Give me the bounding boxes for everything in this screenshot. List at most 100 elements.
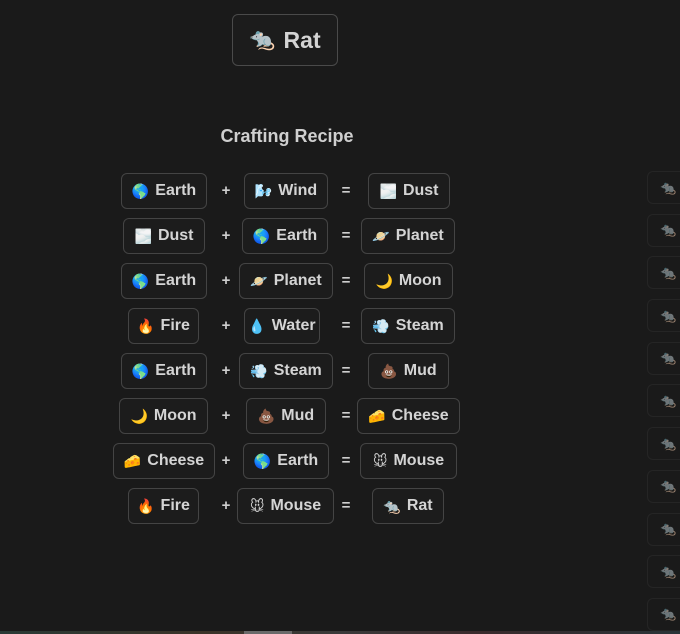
- plus-operator: +: [221, 407, 231, 424]
- element-title-tile[interactable]: 🐀 Rat: [232, 14, 338, 66]
- result-tile[interactable]: 🌙 Moon: [364, 263, 453, 299]
- equals-operator: =: [341, 362, 351, 379]
- element-name: Mouse: [393, 452, 445, 469]
- element-name: Moon: [153, 407, 197, 424]
- plus-operator: +: [221, 227, 231, 244]
- moon-icon: 🌙: [375, 272, 393, 289]
- rat-icon: 🐀: [660, 606, 677, 622]
- ingredient-a-tile[interactable]: 🌎 Earth: [121, 173, 207, 209]
- element-name: Dust: [157, 227, 194, 244]
- ingredient-a-tile[interactable]: 🔥 Fire: [128, 488, 199, 524]
- element-name: Planet: [395, 227, 444, 244]
- recipe-page: 🐀 Rat Crafting Recipe 🌎 Earth + 🌬️ Wind = 🌫️ Du…: [0, 0, 680, 634]
- moon-icon: 🌙: [130, 407, 148, 424]
- fire-icon: 🔥: [137, 317, 155, 334]
- rat-icon: 🐀: [383, 497, 401, 514]
- element-name: Rat: [406, 497, 433, 514]
- equals-operator: =: [341, 497, 351, 514]
- ingredient-b-tile[interactable]: 🪐 Planet: [239, 263, 333, 299]
- plus-operator: +: [221, 182, 231, 199]
- element-name: Mouse: [270, 497, 322, 514]
- dust-icon: 🌫️: [379, 182, 397, 199]
- planet-icon: 🪐: [250, 272, 268, 289]
- result-tile[interactable]: 🐀 Rat: [372, 488, 444, 524]
- mud-icon: 💩: [257, 407, 276, 424]
- element-name: Earth: [276, 227, 318, 244]
- recipe-row: 🔥 Fire + 🐭 Mouse = 🐀 Rat: [0, 488, 580, 533]
- element-name: Earth: [277, 452, 319, 469]
- element-name: Steam: [273, 362, 322, 379]
- recipe-row: 🌎 Earth + 💨 Steam = 💩 Mud: [0, 353, 580, 398]
- ingredient-a-tile[interactable]: 🌎 Earth: [121, 353, 207, 389]
- rat-icon: 🐀: [660, 521, 677, 536]
- ingredient-b-tile[interactable]: 💧 Water: [244, 308, 320, 344]
- recipe-list: 🌎 Earth + 🌬️ Wind = 🌫️ Dust 🌫️ Dust + 🌎 Earth = 🪐 Plane…: [0, 173, 580, 533]
- ingredient-b-tile[interactable]: 🐭 Mouse: [237, 488, 334, 524]
- element-name: Wind: [278, 182, 318, 199]
- side-element-tile[interactable]: 🐀: [647, 427, 680, 461]
- recipe-row: 🌎 Earth + 🪐 Planet = 🌙 Moon: [0, 263, 580, 308]
- ingredient-b-tile[interactable]: 🌎 Earth: [243, 443, 329, 479]
- wind-icon: 🌬️: [254, 182, 273, 199]
- ingredient-b-tile[interactable]: 🌬️ Wind: [244, 173, 328, 209]
- equals-operator: =: [341, 452, 351, 469]
- earth-icon: 🌎: [131, 362, 150, 379]
- planet-icon: 🪐: [372, 227, 390, 244]
- side-element-tile[interactable]: 🐀: [647, 597, 680, 631]
- cheese-icon: 🧀: [123, 452, 142, 469]
- element-name: Earth: [155, 272, 197, 289]
- ingredient-a-tile[interactable]: 🔥 Fire: [128, 308, 199, 344]
- rat-icon: 🐀: [249, 28, 276, 51]
- side-element-tile[interactable]: 🐀: [647, 512, 680, 546]
- fire-icon: 🔥: [137, 497, 155, 514]
- equals-operator: =: [341, 182, 351, 199]
- element-name: Cheese: [391, 407, 449, 424]
- ingredient-b-tile[interactable]: 🌎 Earth: [242, 218, 328, 254]
- earth-icon: 🌎: [131, 272, 150, 289]
- recipe-row: 🌎 Earth + 🌬️ Wind = 🌫️ Dust: [0, 173, 580, 218]
- side-element-tile[interactable]: 🐀: [647, 299, 680, 333]
- result-tile[interactable]: 💩 Mud: [368, 353, 449, 389]
- result-tile[interactable]: 🧀 Cheese: [357, 398, 460, 434]
- rat-icon: 🐀: [660, 179, 677, 195]
- side-element-tile[interactable]: 🐀: [647, 469, 680, 503]
- rat-icon: 🐀: [660, 392, 677, 408]
- side-element-tile[interactable]: 🐀: [647, 171, 680, 204]
- rat-icon: 🐀: [660, 264, 677, 280]
- side-element-tile[interactable]: 🐀: [647, 213, 680, 247]
- element-name: Fire: [160, 317, 190, 334]
- element-name: Water: [271, 317, 316, 334]
- side-element-tile[interactable]: 🐀: [647, 341, 680, 375]
- equals-operator: =: [341, 317, 351, 334]
- result-tile[interactable]: 🪐 Planet: [361, 218, 455, 254]
- recipe-row: 🌙 Moon + 💩 Mud = 🧀 Cheese: [0, 398, 580, 443]
- ingredient-a-tile[interactable]: 🌫️ Dust: [123, 218, 205, 254]
- plus-operator: +: [221, 317, 231, 334]
- rat-icon: 🐀: [660, 435, 677, 451]
- earth-icon: 🌎: [131, 182, 150, 199]
- side-element-list: 🐀 🐀 🐀 🐀 🐀 🐀 🐀 🐀 🐀 🐀 🐀: [647, 171, 680, 634]
- side-element-tile[interactable]: 🐀: [647, 384, 680, 418]
- equals-operator: =: [341, 407, 351, 424]
- result-tile[interactable]: 🐭 Mouse: [360, 443, 457, 479]
- ingredient-a-tile[interactable]: 🧀 Cheese: [113, 443, 215, 479]
- equals-operator: =: [341, 227, 351, 244]
- rat-icon: 🐀: [660, 563, 677, 579]
- side-element-tile[interactable]: 🐀: [647, 256, 680, 290]
- mouse-icon: 🐭: [372, 452, 388, 469]
- side-element-tile[interactable]: 🐀: [647, 555, 680, 589]
- ingredient-a-tile[interactable]: 🌙 Moon: [119, 398, 208, 434]
- ingredient-a-tile[interactable]: 🌎 Earth: [121, 263, 207, 299]
- section-title: Crafting Recipe: [220, 126, 354, 146]
- ingredient-b-tile[interactable]: 💩 Mud: [246, 398, 326, 434]
- plus-operator: +: [221, 452, 231, 469]
- mouse-icon: 🐭: [249, 497, 265, 514]
- recipe-row: 🧀 Cheese + 🌎 Earth = 🐭 Mouse: [0, 443, 580, 488]
- result-tile[interactable]: 🌫️ Dust: [368, 173, 450, 209]
- element-name: Earth: [155, 362, 197, 379]
- plus-operator: +: [221, 362, 231, 379]
- result-tile[interactable]: 💨 Steam: [361, 308, 455, 344]
- earth-icon: 🌎: [253, 452, 272, 469]
- ingredient-b-tile[interactable]: 💨 Steam: [239, 353, 333, 389]
- earth-icon: 🌎: [252, 227, 271, 244]
